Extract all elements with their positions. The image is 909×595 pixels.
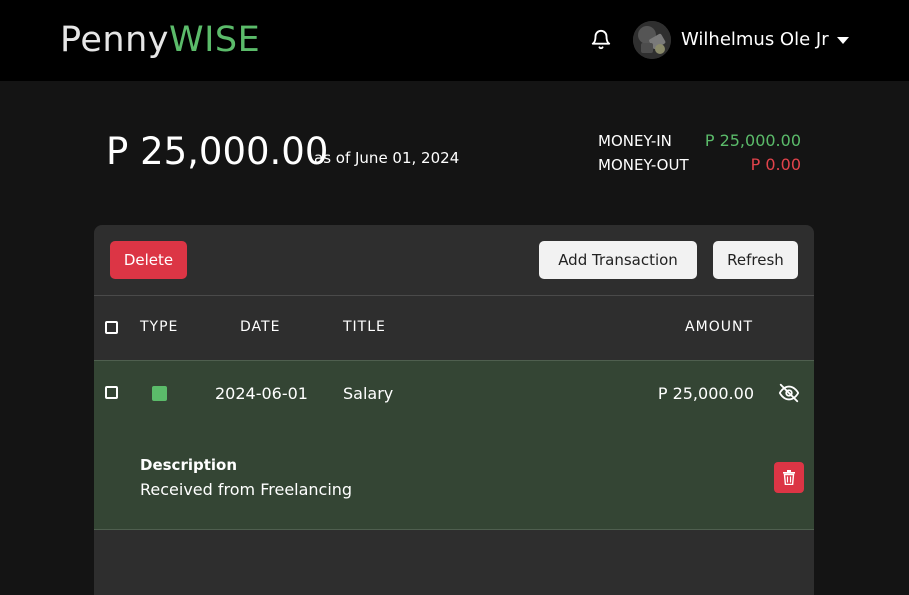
money-out-value: P 0.00 <box>750 155 801 174</box>
trash-icon <box>783 470 795 485</box>
delete-button[interactable]: Delete <box>110 241 187 279</box>
caret-down-icon[interactable] <box>837 37 849 44</box>
balance-as-of: as of June 01, 2024 <box>314 149 460 167</box>
brand-logo[interactable]: PennyWISE <box>60 19 260 61</box>
money-in-label: MONEY-IN <box>598 132 672 150</box>
description-label: Description <box>140 456 238 474</box>
transactions-card: Delete Add Transaction Refresh TYPE DATE… <box>94 225 814 595</box>
table-row[interactable]: 2024-06-01 Salary P 25,000.00 Descriptio… <box>94 360 814 530</box>
row-checkbox[interactable] <box>105 386 118 399</box>
money-in-value: P 25,000.00 <box>704 131 801 150</box>
refresh-button[interactable]: Refresh <box>713 241 798 279</box>
money-out-label: MONEY-OUT <box>598 156 689 174</box>
header-amount: AMOUNT <box>685 319 753 335</box>
eye-off-icon[interactable] <box>777 382 801 404</box>
row-date: 2024-06-01 <box>215 384 308 403</box>
select-all-checkbox[interactable] <box>105 321 118 334</box>
row-title: Salary <box>343 384 394 403</box>
brand-part-1: Penny <box>60 20 169 60</box>
header-date: DATE <box>240 319 281 335</box>
bell-icon[interactable] <box>590 29 612 51</box>
toolbar-divider <box>94 295 814 296</box>
top-navbar: PennyWISE Wilhelmus Ole Jr <box>0 0 909 81</box>
delete-row-button[interactable] <box>774 462 804 493</box>
row-amount: P 25,000.00 <box>657 384 754 403</box>
type-indicator <box>152 386 167 401</box>
header-title: TITLE <box>343 319 386 335</box>
add-transaction-button[interactable]: Add Transaction <box>539 241 697 279</box>
current-balance: P 25,000.00 <box>106 130 329 173</box>
avatar[interactable] <box>633 21 671 59</box>
username[interactable]: Wilhelmus Ole Jr <box>681 29 829 51</box>
header-type: TYPE <box>140 319 179 335</box>
description-text: Received from Freelancing <box>140 480 353 499</box>
brand-part-2: WISE <box>168 20 261 60</box>
